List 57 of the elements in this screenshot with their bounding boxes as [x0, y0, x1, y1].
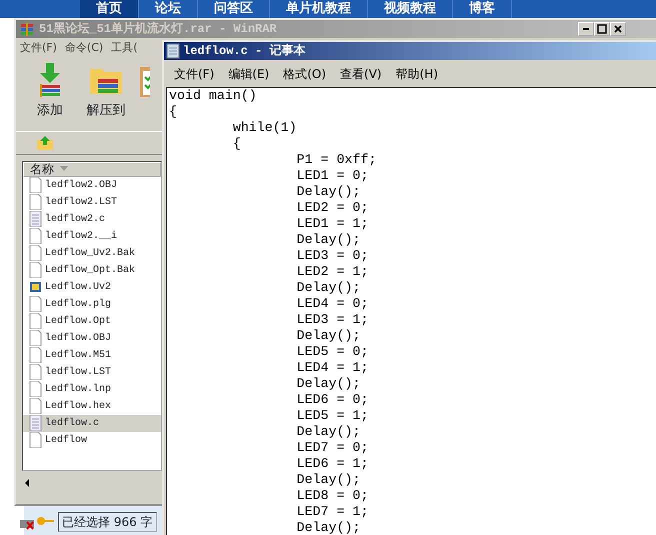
- file-icon: [29, 398, 42, 414]
- minimize-button[interactable]: [578, 22, 594, 36]
- menu-item[interactable]: 帮助(H): [388, 63, 445, 85]
- file-icon: [29, 432, 42, 448]
- file-row[interactable]: Ledflow.M51: [23, 346, 161, 364]
- menu-item[interactable]: 查看(V): [333, 63, 389, 85]
- file-icon: [29, 347, 42, 363]
- file-row[interactable]: ledflow2.__i: [23, 228, 161, 244]
- maximize-icon: [597, 24, 607, 34]
- menu-item[interactable]: 编辑(E): [221, 63, 276, 85]
- sort-icon: [60, 166, 68, 172]
- file-icon: [29, 364, 42, 380]
- column-header[interactable]: 名称: [30, 162, 54, 176]
- toolbar-button[interactable]: 添加: [22, 58, 78, 130]
- archive-icon: [18, 20, 36, 38]
- menu-item[interactable]: 文件(F): [16, 38, 61, 58]
- file-row[interactable]: Ledflow.Uv2: [23, 278, 161, 296]
- status-text: 已经选择 966 字: [58, 512, 157, 532]
- file-icon: [29, 245, 42, 261]
- file-row[interactable]: Ledflow_Uv2.Bak: [23, 244, 161, 262]
- file-icon: [29, 228, 42, 244]
- file-row[interactable]: Ledflow.plg: [23, 296, 161, 312]
- file-row[interactable]: ledflow.c: [23, 414, 161, 432]
- file-row[interactable]: Ledflow.lnp: [23, 380, 161, 398]
- file-icon: [29, 194, 42, 210]
- close-icon: [613, 24, 623, 34]
- file-icon: [29, 313, 42, 329]
- file-row[interactable]: Ledflow: [23, 432, 161, 448]
- menu-item[interactable]: 格式(O): [276, 63, 334, 85]
- file-icon: [29, 296, 42, 312]
- window-title: 51黑论坛_51单片机流水灯.rar - WinRAR: [39, 20, 277, 38]
- nav-tab[interactable]: 首页: [80, 0, 139, 18]
- maximize-button[interactable]: [594, 22, 610, 36]
- file-row[interactable]: ledflow.LST: [23, 364, 161, 380]
- up-folder-icon: [36, 134, 54, 150]
- file-row[interactable]: Ledflow.hex: [23, 398, 161, 414]
- file-row[interactable]: ledflow2.c: [23, 210, 161, 228]
- menu-item[interactable]: 文件(F): [167, 63, 222, 85]
- text-file-icon: [29, 415, 42, 431]
- toolbar-button[interactable]: 解压到: [78, 58, 134, 130]
- menu-item[interactable]: 工具(: [107, 38, 142, 58]
- file-icon: [29, 381, 42, 397]
- file-row[interactable]: ledflow2.OBJ: [23, 176, 161, 194]
- file-icon: [29, 330, 42, 346]
- minimize-icon: [583, 28, 589, 30]
- file-row[interactable]: ledflow.OBJ: [23, 330, 161, 346]
- window-title: ledflow.c - 记事本: [183, 42, 306, 60]
- project-file-icon: [29, 279, 42, 295]
- close-button[interactable]: [610, 22, 626, 36]
- file-row[interactable]: ledflow2.LST: [23, 194, 161, 210]
- text-file-icon: [29, 211, 42, 227]
- file-row[interactable]: Ledflow_Opt.Bak: [23, 262, 161, 278]
- file-row[interactable]: Ledflow.Opt: [23, 312, 161, 330]
- menu-item[interactable]: 命令(C): [60, 38, 108, 58]
- notepad-icon: [166, 43, 180, 59]
- file-icon: [29, 262, 42, 278]
- code-text: void main() { while(1) { P1 = 0xff; LED1 = 0; Delay(); LED2 = 0; LED1 = 1; Delay(); LED3 = 0; LED2 = 1; Delay(); LED4 = 0; LED3 = 1; Delay(); LED5 = 0; LED4 = 1; Delay(); LED6 = 0; LED5 = 1; Delay(); LED7 = 0; LED6 = 1; Delay(); LED8 = 0; LED7 = 1; Delay();: [168, 88, 378, 535]
